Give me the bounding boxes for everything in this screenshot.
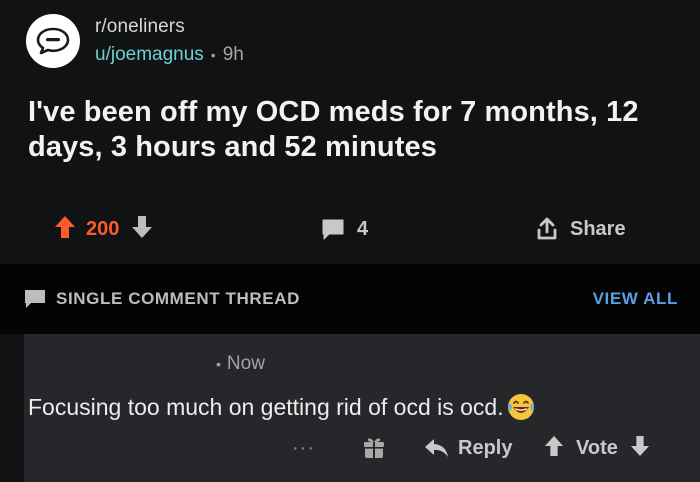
vote-label: Vote	[576, 436, 618, 459]
post-score: 200	[86, 217, 120, 240]
downvote-button[interactable]	[131, 215, 153, 244]
view-all-link[interactable]: VIEW ALL	[593, 286, 678, 312]
comment-card: • Now Focusing too much on getting rid of…	[0, 334, 700, 482]
reply-button[interactable]: Reply	[424, 432, 512, 464]
comment-icon	[25, 290, 45, 308]
award-button[interactable]	[362, 436, 386, 465]
more-options-button[interactable]: ···	[292, 432, 315, 464]
comment-body[interactable]: Focusing too much on getting rid of ocd …	[28, 392, 536, 422]
upvote-arrow-icon	[544, 435, 564, 456]
gift-icon	[364, 438, 384, 458]
comment-icon	[322, 219, 344, 240]
reply-arrow-icon	[425, 439, 448, 457]
author-username[interactable]: u/joemagnus	[95, 43, 204, 67]
share-icon	[537, 217, 557, 240]
upvote-button[interactable]	[54, 215, 76, 244]
comment-text: Focusing too much on getting rid of ocd …	[28, 394, 504, 420]
reply-label: Reply	[458, 436, 513, 459]
comment-bullet: •	[216, 356, 221, 372]
vote-group: 200	[54, 210, 153, 248]
post-title[interactable]: I've been off my OCD meds for 7 months, …	[28, 95, 678, 165]
comment-action-bar: ··· Reply Vote	[0, 432, 700, 464]
share-button[interactable]: Share	[536, 210, 626, 248]
laughing-tears-emoji-icon	[507, 394, 534, 420]
post-header: r/oneliners u/joemagnus • 9h	[26, 12, 244, 70]
share-label: Share	[570, 217, 626, 240]
comment-meta: • Now	[216, 352, 265, 376]
subreddit-name[interactable]: r/oneliners	[95, 15, 244, 39]
post-meta: r/oneliners u/joemagnus • 9h	[95, 15, 244, 67]
downvote-arrow-icon	[630, 435, 649, 456]
downvote-arrow-icon	[132, 215, 153, 238]
subreddit-avatar[interactable]	[26, 14, 80, 68]
user-line: u/joemagnus • 9h	[95, 43, 244, 67]
thread-label: SINGLE COMMENT THREAD	[56, 289, 300, 308]
comment-vote-group: Vote	[544, 432, 650, 464]
post-page: r/oneliners u/joemagnus • 9h I've been o…	[0, 0, 700, 482]
post-age: 9h	[222, 44, 244, 65]
meta-separator: •	[210, 47, 216, 63]
comment-time: Now	[226, 353, 265, 374]
post-action-bar: 200 4 Share	[0, 210, 700, 248]
speech-bubble-icon	[36, 27, 70, 55]
single-comment-thread-bar: SINGLE COMMENT THREAD VIEW ALL	[0, 264, 700, 334]
comments-count: 4	[357, 217, 369, 240]
comment-downvote-button[interactable]	[630, 435, 650, 462]
comments-button[interactable]: 4	[321, 210, 368, 248]
comment-upvote-button[interactable]	[544, 435, 564, 462]
thread-label-group: SINGLE COMMENT THREAD	[24, 286, 300, 312]
upvote-arrow-icon	[55, 215, 75, 238]
